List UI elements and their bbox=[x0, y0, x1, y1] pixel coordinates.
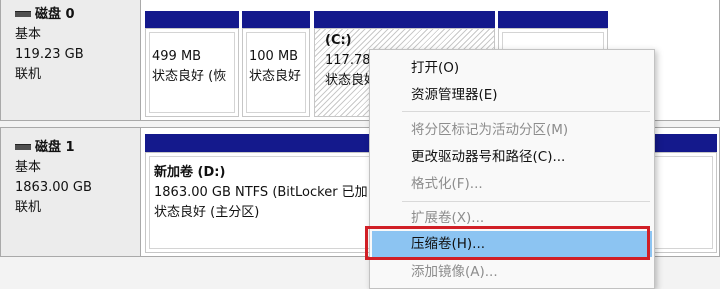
partition-recovery[interactable]: 499 MB 状态良好 (恢 bbox=[145, 11, 239, 117]
partition-bar bbox=[145, 11, 239, 28]
partition-status: 状态良好 (恢 bbox=[152, 69, 227, 84]
disk-icon bbox=[15, 10, 31, 17]
partition-label: (C:) bbox=[325, 33, 352, 48]
menu-separator bbox=[402, 111, 650, 112]
disk-1-info[interactable]: 磁盘 1 基本 1863.00 GB 联机 bbox=[1, 128, 141, 256]
menu-item-explorer[interactable]: 资源管理器(E) bbox=[370, 82, 654, 108]
partition-bar bbox=[498, 11, 608, 28]
partition-efi[interactable]: 100 MB 状态良好 bbox=[242, 11, 310, 117]
menu-item-change-drive-letter[interactable]: 更改驱动器号和路径(C)... bbox=[370, 144, 654, 170]
disk-0-info[interactable]: 磁盘 0 基本 119.23 GB 联机 bbox=[1, 0, 141, 120]
menu-item-mark-active[interactable]: 将分区标记为活动分区(M) bbox=[370, 117, 654, 143]
menu-item-shrink-volume[interactable]: 压缩卷(H)... bbox=[372, 231, 652, 257]
disk-0-name: 磁盘 0 bbox=[35, 7, 75, 22]
menu-item-add-mirror[interactable]: 添加镜像(A)... bbox=[370, 259, 654, 285]
disk-1-type: 基本 bbox=[15, 160, 42, 175]
partition-size: 100 MB bbox=[249, 49, 299, 64]
disk-0-type: 基本 bbox=[15, 27, 42, 42]
disk-0-size: 119.23 GB bbox=[15, 47, 84, 62]
context-menu: 打开(O) 资源管理器(E) 将分区标记为活动分区(M) 更改驱动器号和路径(C… bbox=[369, 49, 655, 289]
menu-item-format[interactable]: 格式化(F)... bbox=[370, 171, 654, 197]
disk-icon bbox=[15, 143, 31, 150]
disk-1-status: 联机 bbox=[15, 200, 42, 215]
partition-bar bbox=[242, 11, 310, 28]
partition-size: 499 MB bbox=[152, 49, 202, 64]
menu-separator bbox=[402, 201, 650, 202]
disk-1-name: 磁盘 1 bbox=[35, 140, 75, 155]
disk-1-size: 1863.00 GB bbox=[15, 180, 92, 195]
partition-status: 状态良好 bbox=[249, 69, 302, 84]
menu-item-extend-volume[interactable]: 扩展卷(X)... bbox=[370, 205, 654, 231]
disk-0-status: 联机 bbox=[15, 67, 42, 82]
partition-bar bbox=[314, 11, 495, 28]
menu-item-open[interactable]: 打开(O) bbox=[370, 55, 654, 81]
